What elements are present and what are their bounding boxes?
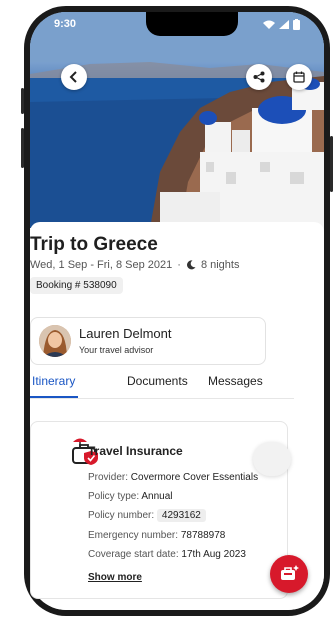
insurance-provider-row: Provider: Covermore Cover Essentials	[88, 472, 259, 483]
trip-icon	[281, 565, 299, 580]
advisor-avatar	[39, 325, 71, 357]
loading-overlay-circle	[253, 442, 291, 476]
share-button[interactable]	[246, 64, 272, 90]
travel-advisor-card[interactable]: Lauren Delmont Your travel advisor	[30, 317, 266, 365]
status-time: 9:30	[54, 18, 77, 30]
tabs-divider	[30, 398, 294, 399]
policy-type: Annual	[141, 491, 173, 502]
insurance-title: Travel Insurance	[88, 444, 183, 458]
trip-dates-row: Wed, 1 Sep - Fri, 8 Sep 2021 · 8 nights	[30, 259, 239, 271]
dates-separator: ·	[177, 259, 181, 271]
insurance-provider: Covermore Cover Essentials	[130, 472, 259, 483]
phone-side-button	[21, 128, 24, 168]
policy-number: 4293162	[156, 509, 206, 522]
back-arrow-icon	[69, 71, 77, 83]
phone-side-button	[21, 88, 24, 114]
tab-itinerary[interactable]: Itinerary	[32, 374, 75, 388]
advisor-name: Lauren Delmont	[79, 326, 172, 341]
emergency-number: 78788978	[180, 530, 226, 541]
battery-icon	[293, 19, 300, 30]
policy-number-row: Policy number: 4293162	[88, 509, 206, 522]
trip-action-button[interactable]	[270, 555, 308, 593]
trip-nights: 8 nights	[200, 259, 240, 271]
trip-tabs: Itinerary Documents Messages	[30, 374, 294, 398]
calendar-button[interactable]	[286, 64, 312, 90]
trip-dates: Wed, 1 Sep - Fri, 8 Sep 2021	[30, 259, 173, 271]
status-bar: 9:30	[30, 18, 324, 36]
calendar-icon	[293, 71, 305, 83]
wifi-icon	[263, 20, 275, 29]
coverage-start-row: Coverage start date: 17th Aug 2023	[88, 549, 246, 560]
tab-messages[interactable]: Messages	[208, 374, 263, 388]
status-icons	[263, 19, 300, 30]
trip-title: Trip to Greece	[30, 234, 158, 255]
policy-type-row: Policy type: Annual	[88, 491, 173, 502]
back-button[interactable]	[61, 64, 87, 90]
phone-side-button	[330, 136, 333, 192]
hero-image	[30, 12, 324, 228]
signal-icon	[279, 20, 289, 29]
coverage-start-date: 17th Aug 2023	[181, 549, 246, 560]
show-more-link[interactable]: Show more	[88, 572, 142, 583]
tab-documents[interactable]: Documents	[127, 374, 188, 388]
share-icon	[253, 71, 265, 83]
booking-number-badge: Booking # 538090	[30, 277, 123, 294]
moon-icon	[186, 260, 196, 270]
emergency-number-row: Emergency number: 78788978	[88, 530, 226, 541]
advisor-role: Your travel advisor	[79, 345, 154, 355]
